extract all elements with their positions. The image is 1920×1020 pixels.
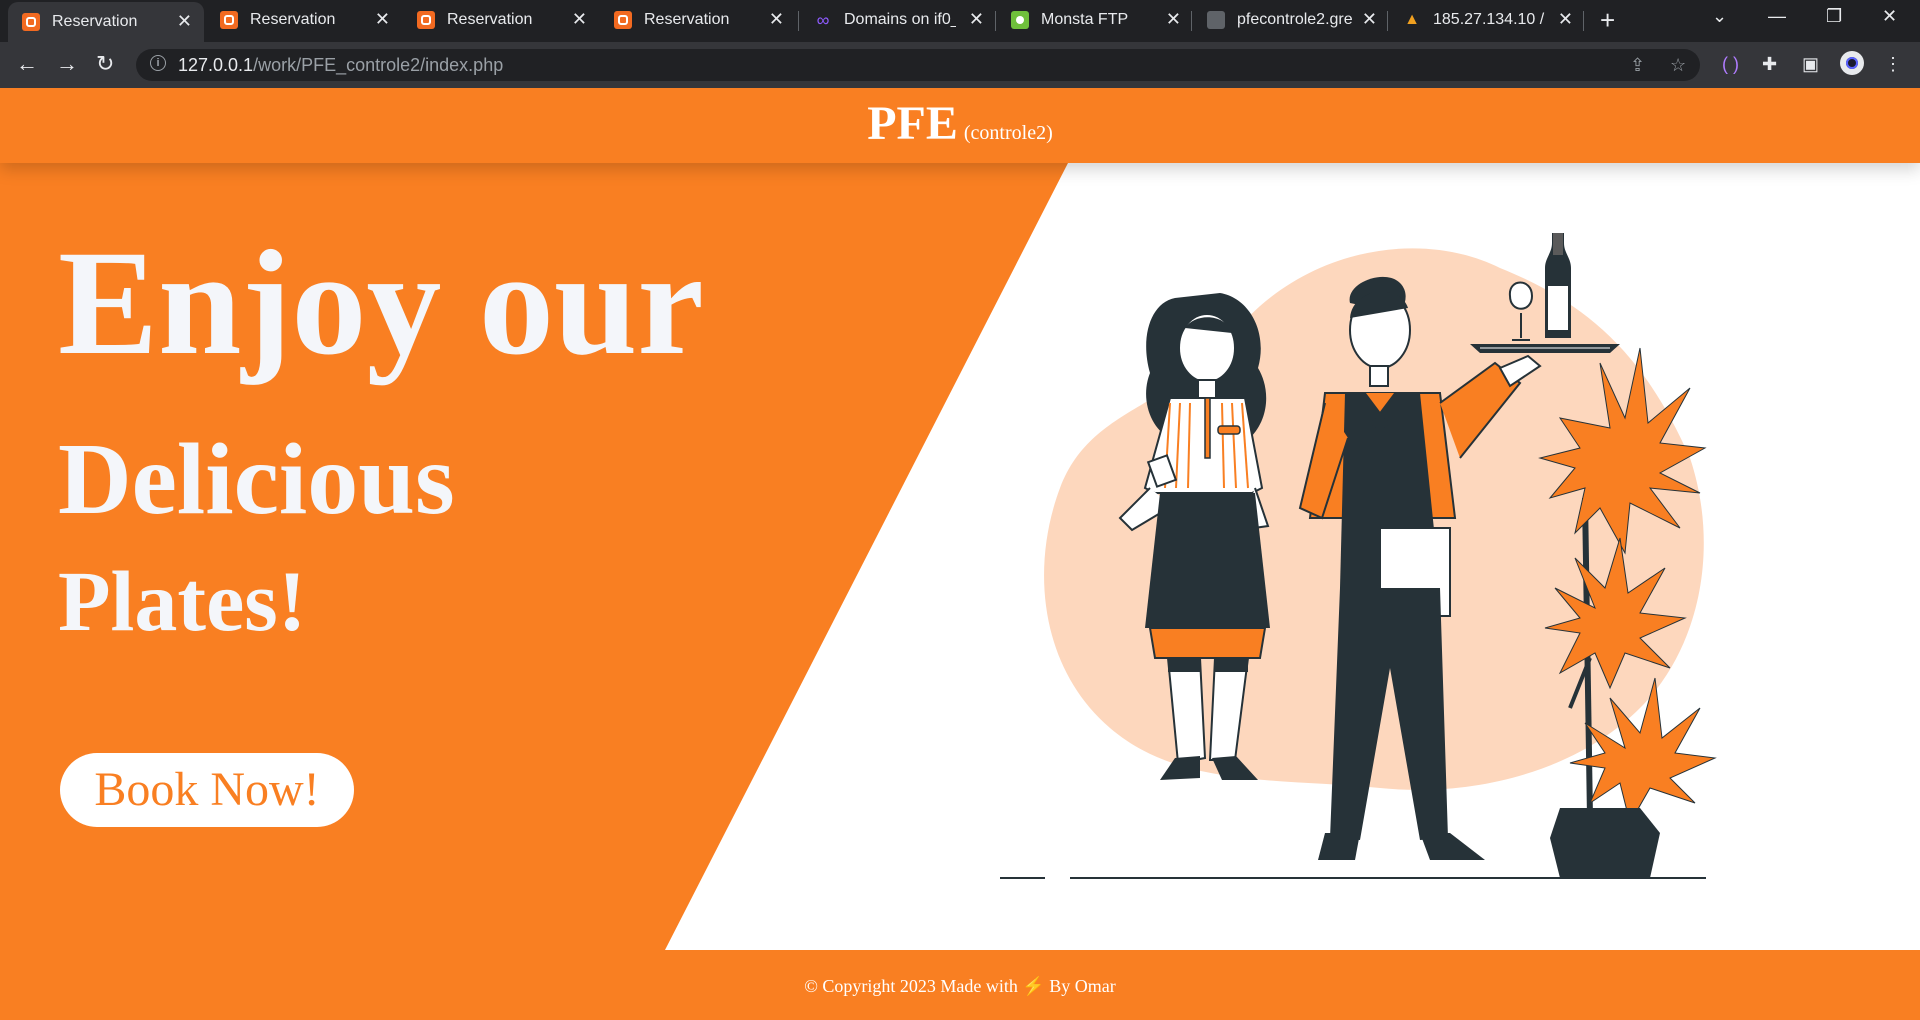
- profile-avatar[interactable]: [1840, 51, 1864, 75]
- forward-icon[interactable]: →: [56, 52, 78, 76]
- hero-section: Enjoy our Delicious Plates! Book Now!: [0, 163, 1000, 950]
- browser-tab[interactable]: Reservation ✕: [403, 0, 599, 42]
- browser-tab[interactable]: Reservation ✕: [206, 0, 402, 42]
- close-icon[interactable]: ✕: [177, 11, 192, 31]
- url-host: 127.0.0.1: [178, 55, 254, 75]
- site-info-icon[interactable]: i: [150, 55, 166, 71]
- hero-heading-line2: Delicious: [58, 423, 455, 536]
- restore-icon[interactable]: ❐: [1826, 6, 1842, 27]
- url-path: /work/PFE_controle2/index.php: [253, 55, 504, 75]
- site-footer: © Copyright 2023 Made with ⚡ By Omar: [0, 950, 1920, 1020]
- browser-tab[interactable]: Monsta FTP ✕: [997, 0, 1193, 42]
- footer-author: By Omar: [1049, 976, 1116, 996]
- tab-title: Monsta FTP: [1041, 11, 1129, 28]
- close-icon[interactable]: ✕: [1558, 9, 1573, 29]
- tab-title: Reservation: [250, 11, 336, 28]
- web-page: PFE (controle2) Enjoy our Delicious Plate…: [0, 88, 1920, 1020]
- address-bar[interactable]: i 127.0.0.1/work/PFE_controle2/index.php…: [136, 49, 1700, 81]
- browser-tab[interactable]: ∞ Domains on if0_3 ✕: [800, 0, 996, 42]
- menu-icon[interactable]: ⋮: [1884, 54, 1902, 75]
- book-now-button[interactable]: Book Now!: [60, 753, 354, 827]
- extension-icon[interactable]: ( ): [1722, 54, 1739, 75]
- browser-tab[interactable]: Reservation ✕: [8, 2, 204, 42]
- tab-title: Reservation: [644, 11, 730, 28]
- close-icon[interactable]: ✕: [1362, 9, 1377, 29]
- hero-heading-line3: Plates!: [58, 553, 307, 649]
- bookmark-star-icon[interactable]: ☆: [1670, 55, 1686, 76]
- xampp-icon: [220, 11, 238, 29]
- tab-title: Reservation: [447, 11, 533, 28]
- site-header: PFE (controle2): [0, 88, 1920, 163]
- tab-separator: [1387, 11, 1388, 31]
- tab-separator: [798, 11, 799, 31]
- browser-tab-bar: Reservation ✕ Reservation ✕ Reservation …: [0, 0, 1920, 42]
- browser-tab[interactable]: Reservation ✕: [600, 0, 796, 42]
- url-text[interactable]: 127.0.0.1/work/PFE_controle2/index.php: [178, 55, 503, 76]
- browser-tab[interactable]: ▲ 185.27.134.10 / sq ✕: [1389, 0, 1585, 42]
- close-icon[interactable]: ✕: [769, 9, 784, 29]
- phpmyadmin-icon: ▲: [1404, 11, 1420, 28]
- footer-prefix: © Copyright 2023 Made with: [804, 976, 1018, 996]
- globe-icon: [1207, 11, 1225, 29]
- back-icon[interactable]: ←: [16, 52, 38, 76]
- close-icon[interactable]: ✕: [969, 9, 984, 29]
- tab-search-icon[interactable]: ⌄: [1712, 6, 1727, 27]
- waiters-illustration: [1000, 233, 1717, 879]
- close-icon[interactable]: ✕: [375, 9, 390, 29]
- reload-icon[interactable]: ↻: [96, 52, 114, 76]
- tab-separator: [1191, 11, 1192, 31]
- window-close-icon[interactable]: ✕: [1882, 6, 1897, 27]
- tab-title: Domains on if0_3: [844, 11, 956, 28]
- hero-heading-line1: Enjoy our: [58, 220, 704, 386]
- close-icon[interactable]: ✕: [1166, 9, 1181, 29]
- new-tab-icon[interactable]: +: [1600, 6, 1615, 34]
- tab-title: Reservation: [52, 13, 138, 30]
- close-icon[interactable]: ✕: [572, 9, 587, 29]
- share-icon[interactable]: ⇪: [1630, 55, 1645, 76]
- site-brand[interactable]: PFE (controle2): [0, 96, 1920, 151]
- footer-copyright: © Copyright 2023 Made with ⚡ By Omar: [0, 976, 1920, 997]
- brand-subtitle: (controle2): [963, 122, 1053, 144]
- xampp-icon: [614, 11, 632, 29]
- browser-toolbar: ← → ↻ i 127.0.0.1/work/PFE_controle2/ind…: [0, 42, 1920, 88]
- xampp-icon: [22, 13, 40, 31]
- extensions-puzzle-icon[interactable]: ✚: [1762, 54, 1777, 75]
- minimize-icon[interactable]: —: [1768, 6, 1786, 27]
- tab-separator: [995, 11, 996, 31]
- monsta-icon: [1011, 11, 1029, 29]
- lightning-icon: ⚡: [1022, 976, 1045, 996]
- infinity-icon: ∞: [816, 10, 830, 30]
- xampp-icon: [417, 11, 435, 29]
- tab-title: 185.27.134.10 / sq: [1433, 11, 1549, 28]
- browser-tab[interactable]: pfecontrole2.grea ✕: [1193, 0, 1389, 42]
- tab-title: pfecontrole2.grea: [1237, 11, 1353, 28]
- side-panel-icon[interactable]: ▣: [1802, 54, 1819, 75]
- brand-title: PFE: [867, 97, 958, 150]
- tab-separator: [1583, 11, 1584, 31]
